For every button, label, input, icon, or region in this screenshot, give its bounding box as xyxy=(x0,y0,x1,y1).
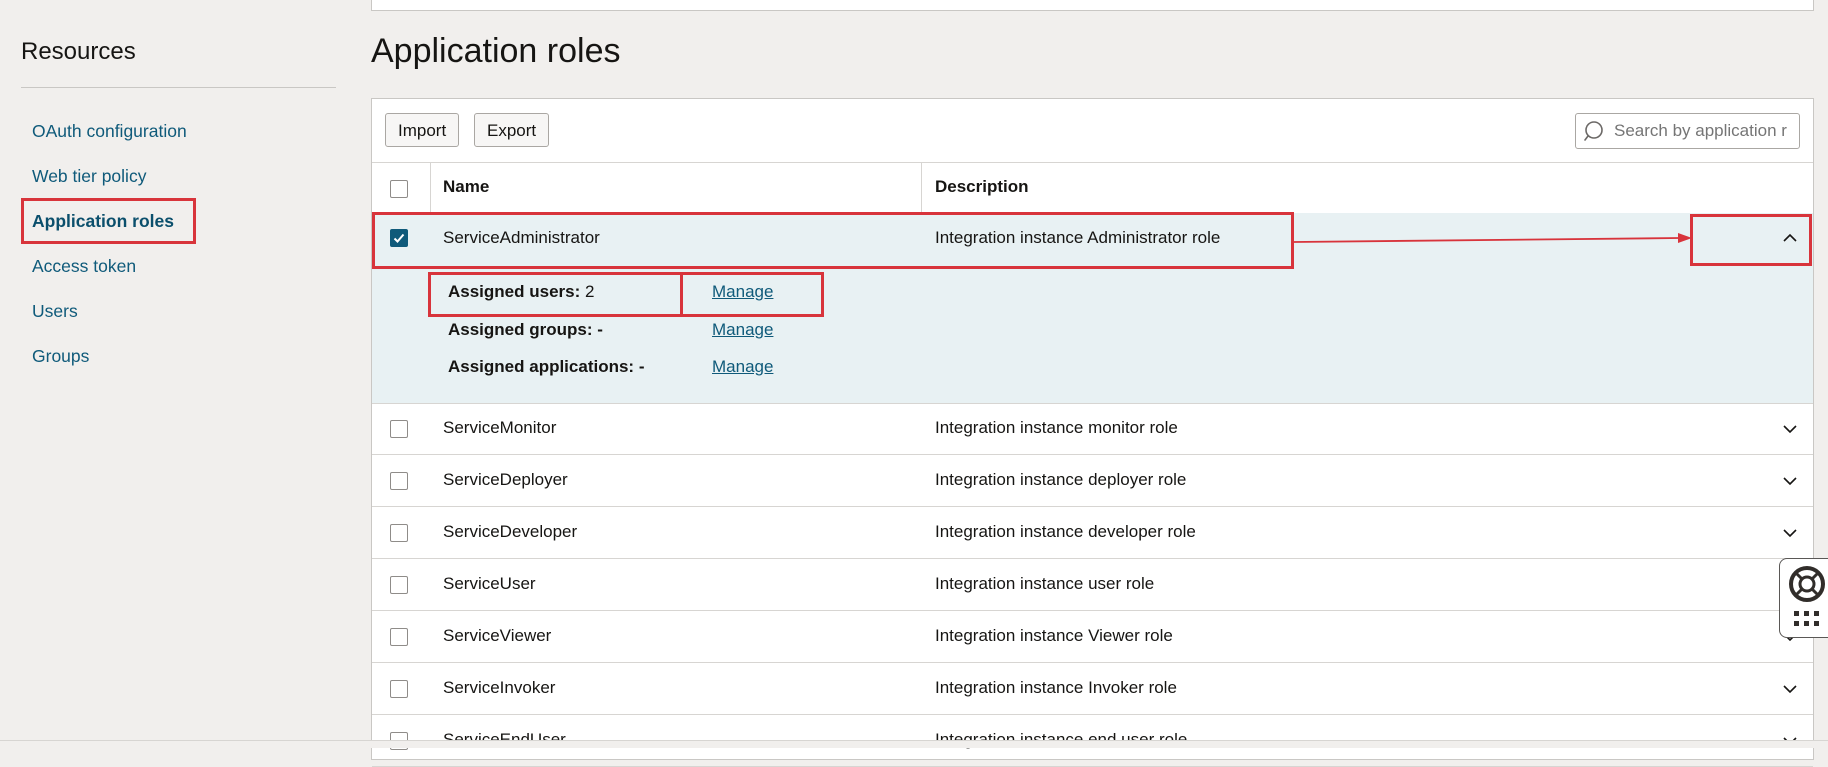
assigned-groups: Assigned groups: - xyxy=(448,320,603,339)
column-header-name: Name xyxy=(443,177,490,196)
role-name: ServiceDeployer xyxy=(443,470,568,489)
checkmark-icon xyxy=(393,233,405,243)
role-name: ServiceUser xyxy=(443,574,536,593)
row-checkbox[interactable] xyxy=(390,472,408,490)
roles-panel: Import Export Name Description ServiceAd… xyxy=(371,98,1814,767)
chevron-down-icon[interactable] xyxy=(1781,472,1799,490)
role-description: Integration instance monitor role xyxy=(935,418,1178,437)
manage-applications-link[interactable]: Manage xyxy=(712,357,773,377)
assigned-applications: Assigned applications: - xyxy=(448,357,645,376)
role-description: Integration instance developer role xyxy=(935,522,1196,541)
column-header-description: Description xyxy=(935,177,1029,196)
row-checkbox[interactable] xyxy=(390,576,408,594)
table-row[interactable]: ServiceViewer Integration instance Viewe… xyxy=(372,611,1813,663)
page-title: Application roles xyxy=(371,32,621,70)
sidebar-item-web-tier-policy[interactable]: Web tier policy xyxy=(32,166,146,187)
sidebar-divider xyxy=(21,87,336,88)
row-detail-panel: Assigned users: 2 Manage Assigned groups… xyxy=(372,264,1813,404)
sidebar-item-access-token[interactable]: Access token xyxy=(32,256,136,277)
role-description: Integration instance Administrator role xyxy=(935,228,1221,247)
assigned-users: Assigned users: 2 xyxy=(448,282,595,301)
chevron-down-icon[interactable] xyxy=(1781,524,1799,542)
sidebar-item-users[interactable]: Users xyxy=(32,301,78,322)
row-checkbox[interactable] xyxy=(390,628,408,646)
column-divider xyxy=(921,163,922,213)
sidebar-item-application-roles[interactable]: Application roles xyxy=(32,211,174,232)
import-button[interactable]: Import xyxy=(385,113,460,147)
sidebar-item-groups[interactable]: Groups xyxy=(32,346,89,367)
row-checkbox[interactable] xyxy=(390,420,408,438)
row-checkbox[interactable] xyxy=(390,680,408,698)
table-row[interactable]: ServiceDeveloper Integration instance de… xyxy=(372,507,1813,559)
table-header: Name Description xyxy=(372,162,1813,214)
table-row[interactable]: ServiceInvoker Integration instance Invo… xyxy=(372,663,1813,715)
role-description: Integration instance Invoker role xyxy=(935,678,1177,697)
role-name: ServiceMonitor xyxy=(443,418,557,437)
export-button[interactable]: Export xyxy=(474,113,550,147)
table-row[interactable]: ServiceDeployer Integration instance dep… xyxy=(372,455,1813,507)
chevron-down-icon[interactable] xyxy=(1781,680,1799,698)
row-checkbox[interactable] xyxy=(390,229,408,247)
role-name: ServiceViewer xyxy=(443,626,552,645)
sidebar-title: Resources xyxy=(21,38,136,65)
role-name: ServiceInvoker xyxy=(443,678,556,697)
role-name: ServiceAdministrator xyxy=(443,228,600,247)
role-description: Integration instance Viewer role xyxy=(935,626,1173,645)
search-box[interactable] xyxy=(1575,113,1800,149)
manage-groups-link[interactable]: Manage xyxy=(712,320,773,340)
help-widget[interactable] xyxy=(1779,558,1828,638)
sidebar-item-oauth-configuration[interactable]: OAuth configuration xyxy=(32,121,187,142)
row-checkbox[interactable] xyxy=(390,524,408,542)
chevron-up-icon[interactable] xyxy=(1781,229,1799,247)
role-description: Integration instance deployer role xyxy=(935,470,1187,489)
search-input[interactable] xyxy=(1612,120,1794,142)
table-row[interactable]: ServiceAdministrator Integration instanc… xyxy=(372,213,1813,264)
table-row[interactable]: ServiceUser Integration instance user ro… xyxy=(372,559,1813,611)
table-row[interactable]: ServiceMonitor Integration instance moni… xyxy=(372,403,1813,455)
column-divider xyxy=(430,163,431,213)
search-icon xyxy=(1584,121,1603,141)
grid-icon[interactable] xyxy=(1792,609,1822,629)
resources-sidebar: Resources OAuth configuration Web tier p… xyxy=(21,38,336,366)
lifebuoy-icon[interactable] xyxy=(1785,564,1828,604)
role-description: Integration instance user role xyxy=(935,574,1155,593)
select-all-checkbox[interactable] xyxy=(390,180,408,198)
top-panel-edge xyxy=(371,0,1814,11)
role-name: ServiceDeveloper xyxy=(443,522,578,541)
chevron-down-icon[interactable] xyxy=(1781,420,1799,438)
manage-users-link[interactable]: Manage xyxy=(712,282,773,302)
